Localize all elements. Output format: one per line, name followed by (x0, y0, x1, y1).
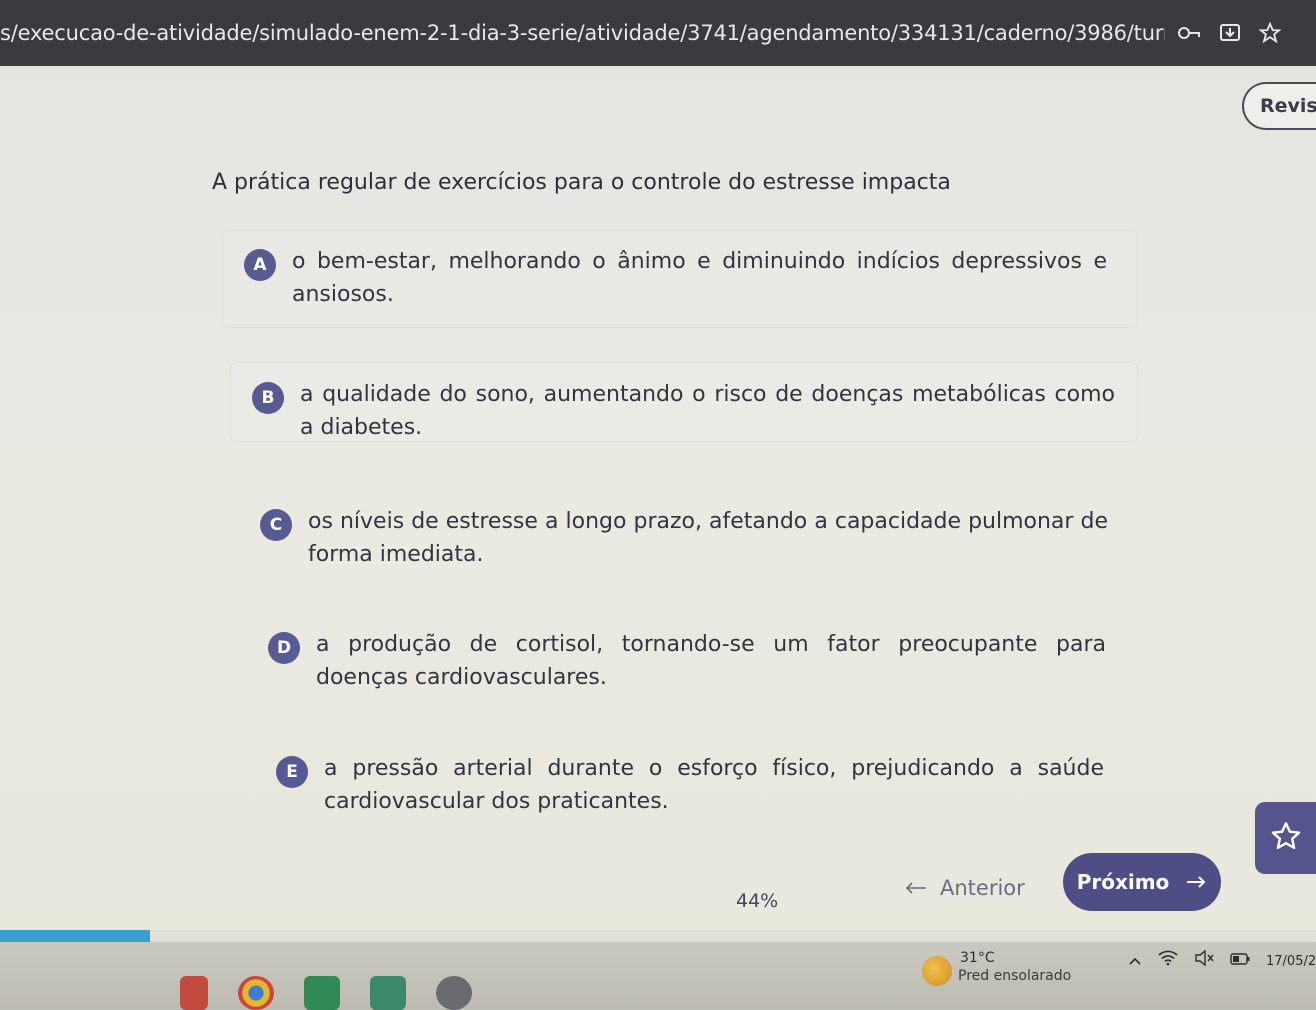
option-c[interactable]: C os níveis de estresse a longo prazo, a… (260, 505, 1108, 571)
previous-label: Anterior (940, 876, 1025, 900)
address-bar-icons (1177, 22, 1281, 44)
weather-description: Pred ensolarado (958, 968, 1072, 984)
temperature: 31°C (960, 950, 995, 966)
question-prompt: A prática regular de exercícios para o c… (212, 170, 951, 195)
taskbar-app-icon[interactable] (304, 976, 340, 1010)
option-a[interactable]: A o bem-estar, melhorando o ânimo e dimi… (244, 245, 1107, 311)
option-letter-badge: C (260, 509, 292, 541)
taskbar-date: 17/05/2 (1266, 954, 1316, 969)
option-text: a produção de cortisol, tornando-se um f… (316, 632, 1106, 690)
taskbar-app-icon[interactable] (370, 976, 406, 1010)
option-letter-badge: D (268, 632, 300, 664)
progress-bar-fill (0, 930, 150, 942)
browser-address-bar: s/execucao-de-atividade/simulado-enem-2-… (0, 0, 1316, 66)
system-tray (1128, 949, 1250, 970)
option-d[interactable]: D a produção de cortisol, tornando-se um… (268, 628, 1106, 694)
chrome-icon[interactable] (238, 976, 274, 1010)
arrow-right-icon (1185, 870, 1207, 894)
progress-percent: 44% (736, 890, 779, 912)
taskbar-app-icon[interactable] (436, 976, 472, 1010)
option-b[interactable]: B a qualidade do sono, aumentando o risc… (252, 378, 1115, 444)
key-icon[interactable] (1177, 25, 1201, 41)
battery-icon[interactable] (1230, 951, 1250, 970)
previous-button[interactable]: Anterior (904, 876, 1025, 900)
option-text: a pressão arterial durante o esforço fís… (324, 756, 1104, 814)
favorite-question-button[interactable] (1255, 802, 1316, 874)
option-text: os níveis de estresse a longo prazo, afe… (308, 509, 1108, 567)
star-icon (1270, 820, 1302, 856)
chevron-up-icon[interactable] (1128, 951, 1142, 970)
speaker-muted-icon[interactable] (1194, 949, 1214, 970)
next-button[interactable]: Próximo (1063, 853, 1221, 911)
option-letter-badge: A (244, 249, 276, 281)
taskbar-app-icon[interactable] (180, 976, 208, 1010)
next-label: Próximo (1076, 870, 1170, 894)
option-letter-badge: E (276, 756, 308, 788)
weather-sun-icon[interactable] (922, 956, 952, 986)
taskbar-apps (180, 976, 472, 1010)
option-text: a qualidade do sono, aumentando o risco … (300, 382, 1115, 440)
review-button[interactable]: Revisa (1242, 82, 1316, 130)
option-text: o bem-estar, melhorando o ânimo e diminu… (292, 249, 1107, 307)
arrow-left-icon (904, 876, 928, 900)
wifi-icon[interactable] (1158, 950, 1178, 970)
option-letter-badge: B (252, 382, 284, 414)
url-field[interactable]: s/execucao-de-atividade/simulado-enem-2-… (0, 21, 1165, 45)
option-e[interactable]: E a pressão arterial durante o esforço f… (276, 752, 1104, 818)
bookmark-star-icon[interactable] (1259, 22, 1281, 44)
install-app-icon[interactable] (1219, 22, 1241, 44)
